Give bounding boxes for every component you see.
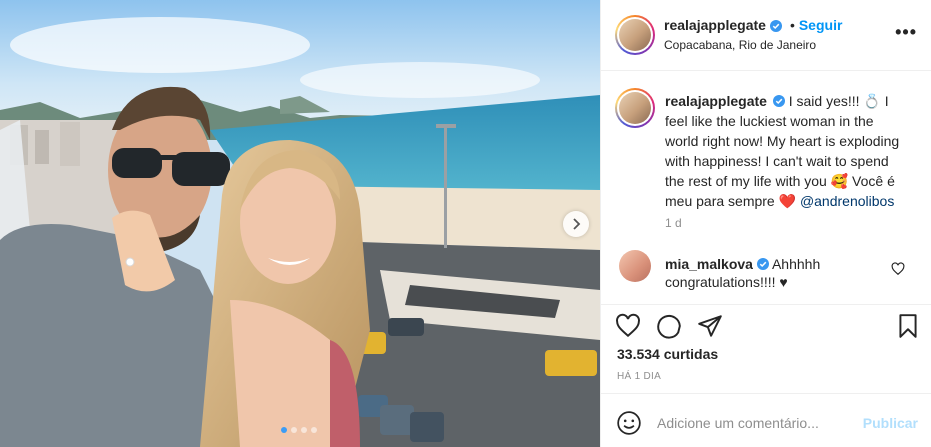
add-comment-bar: Publicar: [601, 393, 931, 447]
author-avatar[interactable]: [615, 15, 655, 55]
post-location[interactable]: Copacabana, Rio de Janeiro: [664, 38, 816, 52]
post-side-panel: realajapplegate • Seguir Copacabana, Rio…: [600, 0, 931, 447]
next-photo-button[interactable]: [563, 211, 589, 237]
commenter-avatar[interactable]: [619, 250, 651, 282]
caption-time[interactable]: 1 d: [665, 216, 682, 230]
chevron-right-icon: [571, 218, 581, 230]
save-bookmark-icon[interactable]: [895, 313, 921, 339]
comments-area[interactable]: realajapplegate I said yes!!! 💍 I feel l…: [601, 72, 931, 304]
photo-image: [0, 0, 600, 447]
post-photo[interactable]: [0, 0, 600, 447]
publish-button[interactable]: Publicar: [863, 415, 918, 431]
post-actions-bar: [601, 304, 931, 344]
more-options-icon[interactable]: •••: [895, 23, 917, 41]
author-line: realajapplegate • Seguir: [664, 17, 842, 33]
comment-input[interactable]: [657, 408, 857, 438]
verified-badge-icon: [769, 19, 782, 32]
carousel-dot: [281, 427, 287, 433]
share-send-icon[interactable]: [697, 313, 723, 339]
carousel-dots: [281, 427, 317, 433]
caption-username[interactable]: realajapplegate: [665, 93, 767, 109]
comment: mia_malkova Ahhhhh congratulations!!!! ♥: [665, 255, 885, 291]
post-timestamp[interactable]: HÁ 1 DIA: [617, 371, 661, 382]
caption-text: I said yes!!! 💍 I feel like the luckiest…: [665, 93, 900, 209]
separator-dot: •: [789, 17, 795, 33]
caption: realajapplegate I said yes!!! 💍 I feel l…: [665, 91, 910, 211]
carousel-dot: [301, 427, 307, 433]
carousel-dot: [311, 427, 317, 433]
follow-button[interactable]: Seguir: [799, 17, 843, 33]
post-header: realajapplegate • Seguir Copacabana, Rio…: [601, 0, 931, 71]
likes-count[interactable]: 33.534 curtidas: [617, 346, 718, 362]
comment-bubble-icon[interactable]: [656, 313, 682, 339]
comment-like-heart-icon[interactable]: [891, 262, 905, 276]
caption-avatar[interactable]: [615, 88, 655, 128]
author-username[interactable]: realajapplegate: [664, 17, 766, 33]
verified-badge-icon: [772, 92, 785, 107]
like-heart-icon[interactable]: [615, 313, 641, 339]
caption-mention-link[interactable]: @andrenolibos: [800, 193, 894, 209]
carousel-dot: [291, 427, 297, 433]
emoji-smiley-icon[interactable]: [616, 410, 642, 436]
verified-badge-icon: [756, 256, 769, 270]
comment-username[interactable]: mia_malkova: [665, 256, 753, 272]
